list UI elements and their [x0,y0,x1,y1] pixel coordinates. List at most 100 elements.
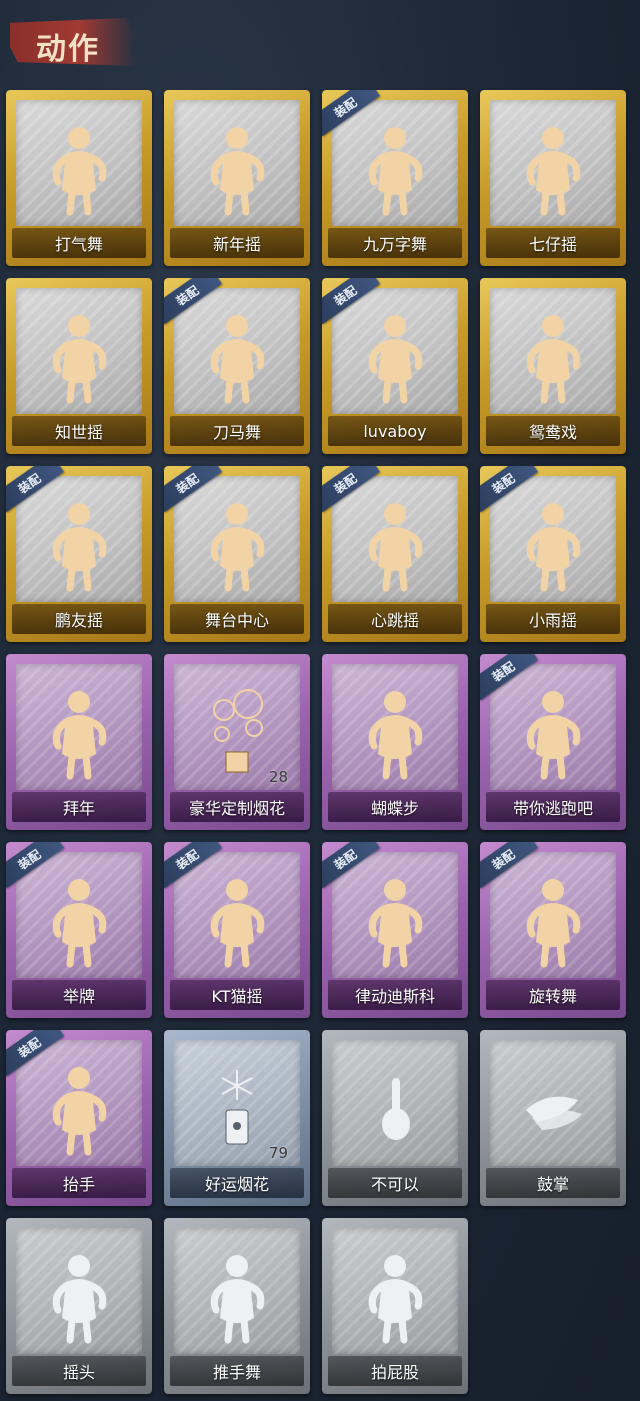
section-title: 动作 [36,32,100,67]
emote-card[interactable]: 装配 抬手 [6,1030,152,1206]
card-label: 推手舞 [212,1363,261,1382]
card-label: 摇头 [62,1363,95,1382]
figure-dance-icon [44,496,114,594]
emote-card[interactable]: 摇头 [6,1218,152,1394]
card-label-bar: 律动迪斯科 [328,980,462,1010]
card-label-bar: 好运烟花 [170,1168,304,1198]
figure-raise-hand-icon [44,1060,114,1158]
card-label-bar: 鹏友摇 [12,604,146,634]
card-label-bar: 知世摇 [12,416,146,446]
card-label-bar: 摇头 [12,1356,146,1386]
emote-card[interactable]: 装配 刀马舞 [164,278,310,454]
emote-card[interactable]: 装配 鹏友摇 [6,466,152,642]
card-label-bar: 豪华定制烟花 [170,792,304,822]
figure-dance-icon [518,308,588,406]
emote-card[interactable]: 不可以 [322,1030,468,1206]
emote-card[interactable]: 知世摇 [6,278,152,454]
card-label: 旋转舞 [528,987,577,1006]
emote-card[interactable]: 装配 luvaboy [322,278,468,454]
card-label: 豪华定制烟花 [188,799,285,818]
figure-sign-icon [44,872,114,970]
figure-dance-icon [202,120,272,218]
figure-dance-icon [518,496,588,594]
emote-card[interactable]: 七仔摇 [480,90,626,266]
card-label: 鼓掌 [536,1175,569,1194]
card-label: 抬手 [62,1175,95,1194]
emote-card[interactable]: 装配 心跳摇 [322,466,468,642]
card-label-bar: 打气舞 [12,228,146,258]
emote-card[interactable]: 装配 九万字舞 [322,90,468,266]
emote-card[interactable]: 装配 KT猫摇 [164,842,310,1018]
figure-point-icon [518,684,588,782]
item-count: 79 [268,1144,288,1162]
figure-dance-icon [202,872,272,970]
emote-card[interactable]: 装配 旋转舞 [480,842,626,1018]
figure-dance-icon [360,308,430,406]
emote-card[interactable]: 新年摇 [164,90,310,266]
card-label: 拍屁股 [370,1363,419,1382]
emote-card[interactable]: 79 好运烟花 [164,1030,310,1206]
figure-pat-icon [360,1248,430,1346]
figure-dance-icon [360,684,430,782]
card-label: 刀马舞 [212,423,261,442]
emote-card[interactable]: 装配 舞台中心 [164,466,310,642]
section-header: 动作 [6,6,136,76]
emote-card[interactable]: 装配 律动迪斯科 [322,842,468,1018]
firework-box-icon [202,684,272,782]
card-label-bar: 心跳摇 [328,604,462,634]
emote-card[interactable]: 蝴蝶步 [322,654,468,830]
emote-card[interactable]: 拜年 [6,654,152,830]
emote-card[interactable]: 拍屁股 [322,1218,468,1394]
figure-dance-icon [202,496,272,594]
card-label: 知世摇 [54,423,103,442]
card-label: 举牌 [62,987,95,1006]
card-label-bar: 刀马舞 [170,416,304,446]
card-label: 新年摇 [212,235,261,254]
card-label: 鸳鸯戏 [528,423,577,442]
card-label: 鹏友摇 [54,611,103,630]
card-label-bar: 鸳鸯戏 [486,416,620,446]
figure-bow-icon [44,684,114,782]
figure-dance-icon [360,496,430,594]
card-label-bar: 旋转舞 [486,980,620,1010]
item-count: 28 [268,768,288,786]
emote-card[interactable]: 推手舞 [164,1218,310,1394]
card-label-bar: 鼓掌 [486,1168,620,1198]
emote-card[interactable]: 装配 带你逃跑吧 [480,654,626,830]
card-label: 不可以 [370,1175,419,1194]
card-label: 小雨摇 [528,611,577,630]
card-label-bar: KT猫摇 [170,980,304,1010]
figure-dance-icon [44,308,114,406]
emote-grid: 打气舞 新年摇 装配 九万字舞七仔摇知世摇 装配 刀马舞 装配 luvaboy 鸳鸯戏装配 鹏友摇… [6,90,626,1394]
figure-shake-head-icon [44,1248,114,1346]
card-label-bar: 举牌 [12,980,146,1010]
card-label: KT猫摇 [211,987,263,1006]
emote-card[interactable]: 装配 小雨摇 [480,466,626,642]
emote-card[interactable]: 鼓掌 [480,1030,626,1206]
figure-spin-icon [518,872,588,970]
emote-card[interactable]: 鸳鸯戏 [480,278,626,454]
card-label: 律动迪斯科 [354,987,435,1006]
clap-hands-icon [518,1060,588,1158]
card-label: 打气舞 [54,235,103,254]
card-label-bar: 舞台中心 [170,604,304,634]
emote-card[interactable]: 28 豪华定制烟花 [164,654,310,830]
figure-dance-icon [518,120,588,218]
card-label: 心跳摇 [370,611,419,630]
card-label: 九万字舞 [362,235,427,254]
card-label-bar: 拍屁股 [328,1356,462,1386]
card-label: luvaboy [363,421,427,441]
figure-disco-icon [360,872,430,970]
card-label: 七仔摇 [528,235,577,254]
card-label-bar: luvaboy [328,416,462,446]
card-label-bar: 七仔摇 [486,228,620,258]
card-label: 蝴蝶步 [370,799,419,818]
card-label: 舞台中心 [204,611,269,630]
card-label: 带你逃跑吧 [512,799,593,818]
emote-card[interactable]: 装配 举牌 [6,842,152,1018]
card-label-bar: 九万字舞 [328,228,462,258]
emote-card[interactable]: 打气舞 [6,90,152,266]
card-label-bar: 抬手 [12,1168,146,1198]
figure-push-icon [202,1248,272,1346]
card-label-bar: 推手舞 [170,1356,304,1386]
